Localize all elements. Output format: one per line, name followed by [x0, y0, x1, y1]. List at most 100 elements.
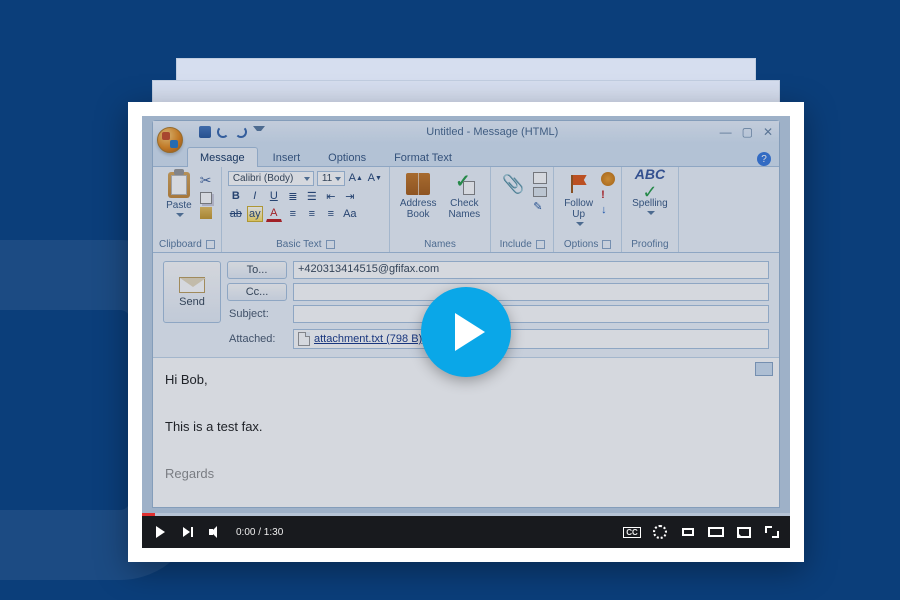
group-include: 📎 ✎ Include	[491, 167, 554, 252]
attached-label: Attached:	[227, 333, 287, 345]
paste-icon	[168, 172, 190, 198]
format-painter-icon[interactable]	[200, 207, 212, 219]
paste-button[interactable]: Paste	[162, 170, 196, 219]
abc-icon: ABC	[635, 166, 665, 182]
group-label-proofing: Proofing	[631, 239, 668, 250]
gear-icon	[653, 525, 667, 539]
settings-button[interactable]	[652, 524, 668, 540]
undo-icon[interactable]	[217, 126, 229, 138]
shrink-font-icon[interactable]: A▼	[367, 170, 383, 186]
group-label-options: Options	[564, 239, 598, 250]
message-body[interactable]: Hi Bob, This is a test fax. Regards	[153, 358, 779, 507]
cut-icon[interactable]: ✂	[200, 172, 212, 189]
follow-up-button[interactable]: Follow Up	[560, 170, 597, 228]
chevron-down-icon	[576, 222, 584, 226]
spelling-button[interactable]: ABC ✓ Spelling	[628, 170, 672, 217]
redo-icon[interactable]	[235, 126, 247, 138]
fullscreen-button[interactable]	[764, 524, 780, 540]
cast-button[interactable]	[736, 524, 752, 540]
fullscreen-icon	[765, 526, 779, 538]
envelope-icon	[179, 277, 205, 293]
time-display: 0:00 / 1:30	[236, 527, 283, 538]
tab-format-text[interactable]: Format Text	[381, 147, 465, 167]
tab-message[interactable]: Message	[187, 147, 258, 167]
low-importance-icon[interactable]: ↓	[601, 204, 615, 216]
signature-icon[interactable]: ✎	[533, 200, 547, 213]
font-size-combo[interactable]: 11	[317, 171, 345, 186]
paperclip-icon: 📎	[501, 172, 525, 196]
miniplayer-button[interactable]	[680, 524, 696, 540]
numbering-icon[interactable]: ☰	[304, 188, 320, 204]
group-names: Address Book Check Names Names	[390, 167, 491, 252]
cc-button[interactable]: Cc...	[227, 283, 287, 301]
send-label: Send	[179, 296, 205, 308]
bold-button[interactable]: B	[228, 188, 244, 204]
tab-options[interactable]: Options	[315, 147, 379, 167]
titlebar: Untitled - Message (HTML) — ▢ ✕	[153, 121, 779, 143]
outdent-icon[interactable]: ⇤	[323, 188, 339, 204]
high-importance-icon[interactable]: !	[601, 189, 615, 201]
video-player-card: Untitled - Message (HTML) — ▢ ✕ Message …	[128, 102, 804, 562]
copy-icon[interactable]	[200, 192, 212, 204]
volume-button[interactable]	[208, 524, 224, 540]
maximize-button[interactable]: ▢	[742, 125, 753, 139]
strike-button[interactable]: ab	[228, 206, 244, 222]
play-overlay-button[interactable]	[421, 287, 511, 377]
bullets-icon[interactable]: ≣	[285, 188, 301, 204]
check-names-button[interactable]: Check Names	[445, 170, 485, 222]
align-center-icon[interactable]: ≡	[304, 206, 320, 222]
attach-item-icon[interactable]	[533, 172, 547, 184]
office-orb-button[interactable]	[157, 127, 183, 153]
dialog-launcher-icon[interactable]	[602, 240, 611, 249]
group-options: Follow Up ! ↓ Options	[554, 167, 622, 252]
font-color-icon[interactable]: A	[266, 206, 282, 222]
file-icon	[298, 332, 310, 346]
highlight-icon[interactable]: ay	[247, 206, 263, 222]
close-button[interactable]: ✕	[763, 125, 773, 139]
grow-font-icon[interactable]: A▲	[348, 170, 364, 186]
permission-icon[interactable]	[601, 172, 615, 186]
group-clipboard: Paste ✂ Clipboard	[153, 167, 222, 252]
font-combo[interactable]: Calibri (Body)	[228, 171, 314, 186]
business-card-icon[interactable]	[533, 187, 547, 197]
miniplayer-icon	[682, 528, 694, 536]
progress-bar[interactable]	[142, 513, 790, 516]
send-button[interactable]: Send	[163, 261, 221, 323]
to-field[interactable]: +420313414515@gfifax.com	[293, 261, 769, 279]
qat-more-icon[interactable]	[253, 126, 265, 138]
address-book-icon	[406, 173, 430, 195]
video-thumbnail[interactable]: Untitled - Message (HTML) — ▢ ✕ Message …	[142, 116, 790, 548]
help-icon[interactable]: ?	[757, 152, 771, 166]
check-icon: ✓	[642, 182, 657, 203]
ruler-toggle-icon[interactable]	[755, 362, 773, 376]
check-names-icon	[453, 173, 475, 195]
attach-file-button[interactable]: 📎	[497, 170, 529, 198]
address-book-button[interactable]: Address Book	[396, 170, 441, 222]
dialog-launcher-icon[interactable]	[326, 240, 335, 249]
cc-field[interactable]	[293, 283, 769, 301]
next-icon	[183, 527, 193, 537]
group-label-names: Names	[424, 239, 456, 250]
play-icon	[156, 526, 165, 538]
next-button[interactable]	[180, 524, 196, 540]
italic-button[interactable]: I	[247, 188, 263, 204]
align-left-icon[interactable]: ≡	[285, 206, 301, 222]
tab-insert[interactable]: Insert	[260, 147, 314, 167]
ribbon: Paste ✂ Clipboard	[153, 167, 779, 253]
theater-button[interactable]	[708, 524, 724, 540]
underline-button[interactable]: U	[266, 188, 282, 204]
align-right-icon[interactable]: ≡	[323, 206, 339, 222]
minimize-button[interactable]: —	[720, 125, 732, 139]
indent-icon[interactable]: ⇥	[342, 188, 358, 204]
save-icon[interactable]	[199, 126, 211, 138]
clear-format-icon[interactable]: Aa	[342, 206, 358, 222]
video-controls: 0:00 / 1:30 CC	[142, 516, 790, 548]
play-button[interactable]	[152, 524, 168, 540]
dialog-launcher-icon[interactable]	[206, 240, 215, 249]
dialog-launcher-icon[interactable]	[536, 240, 545, 249]
attachment-box[interactable]: attachment.txt (798 B)	[293, 329, 769, 349]
subject-field[interactable]	[293, 305, 769, 323]
cast-icon	[737, 527, 751, 538]
to-button[interactable]: To...	[227, 261, 287, 279]
captions-button[interactable]: CC	[624, 524, 640, 540]
